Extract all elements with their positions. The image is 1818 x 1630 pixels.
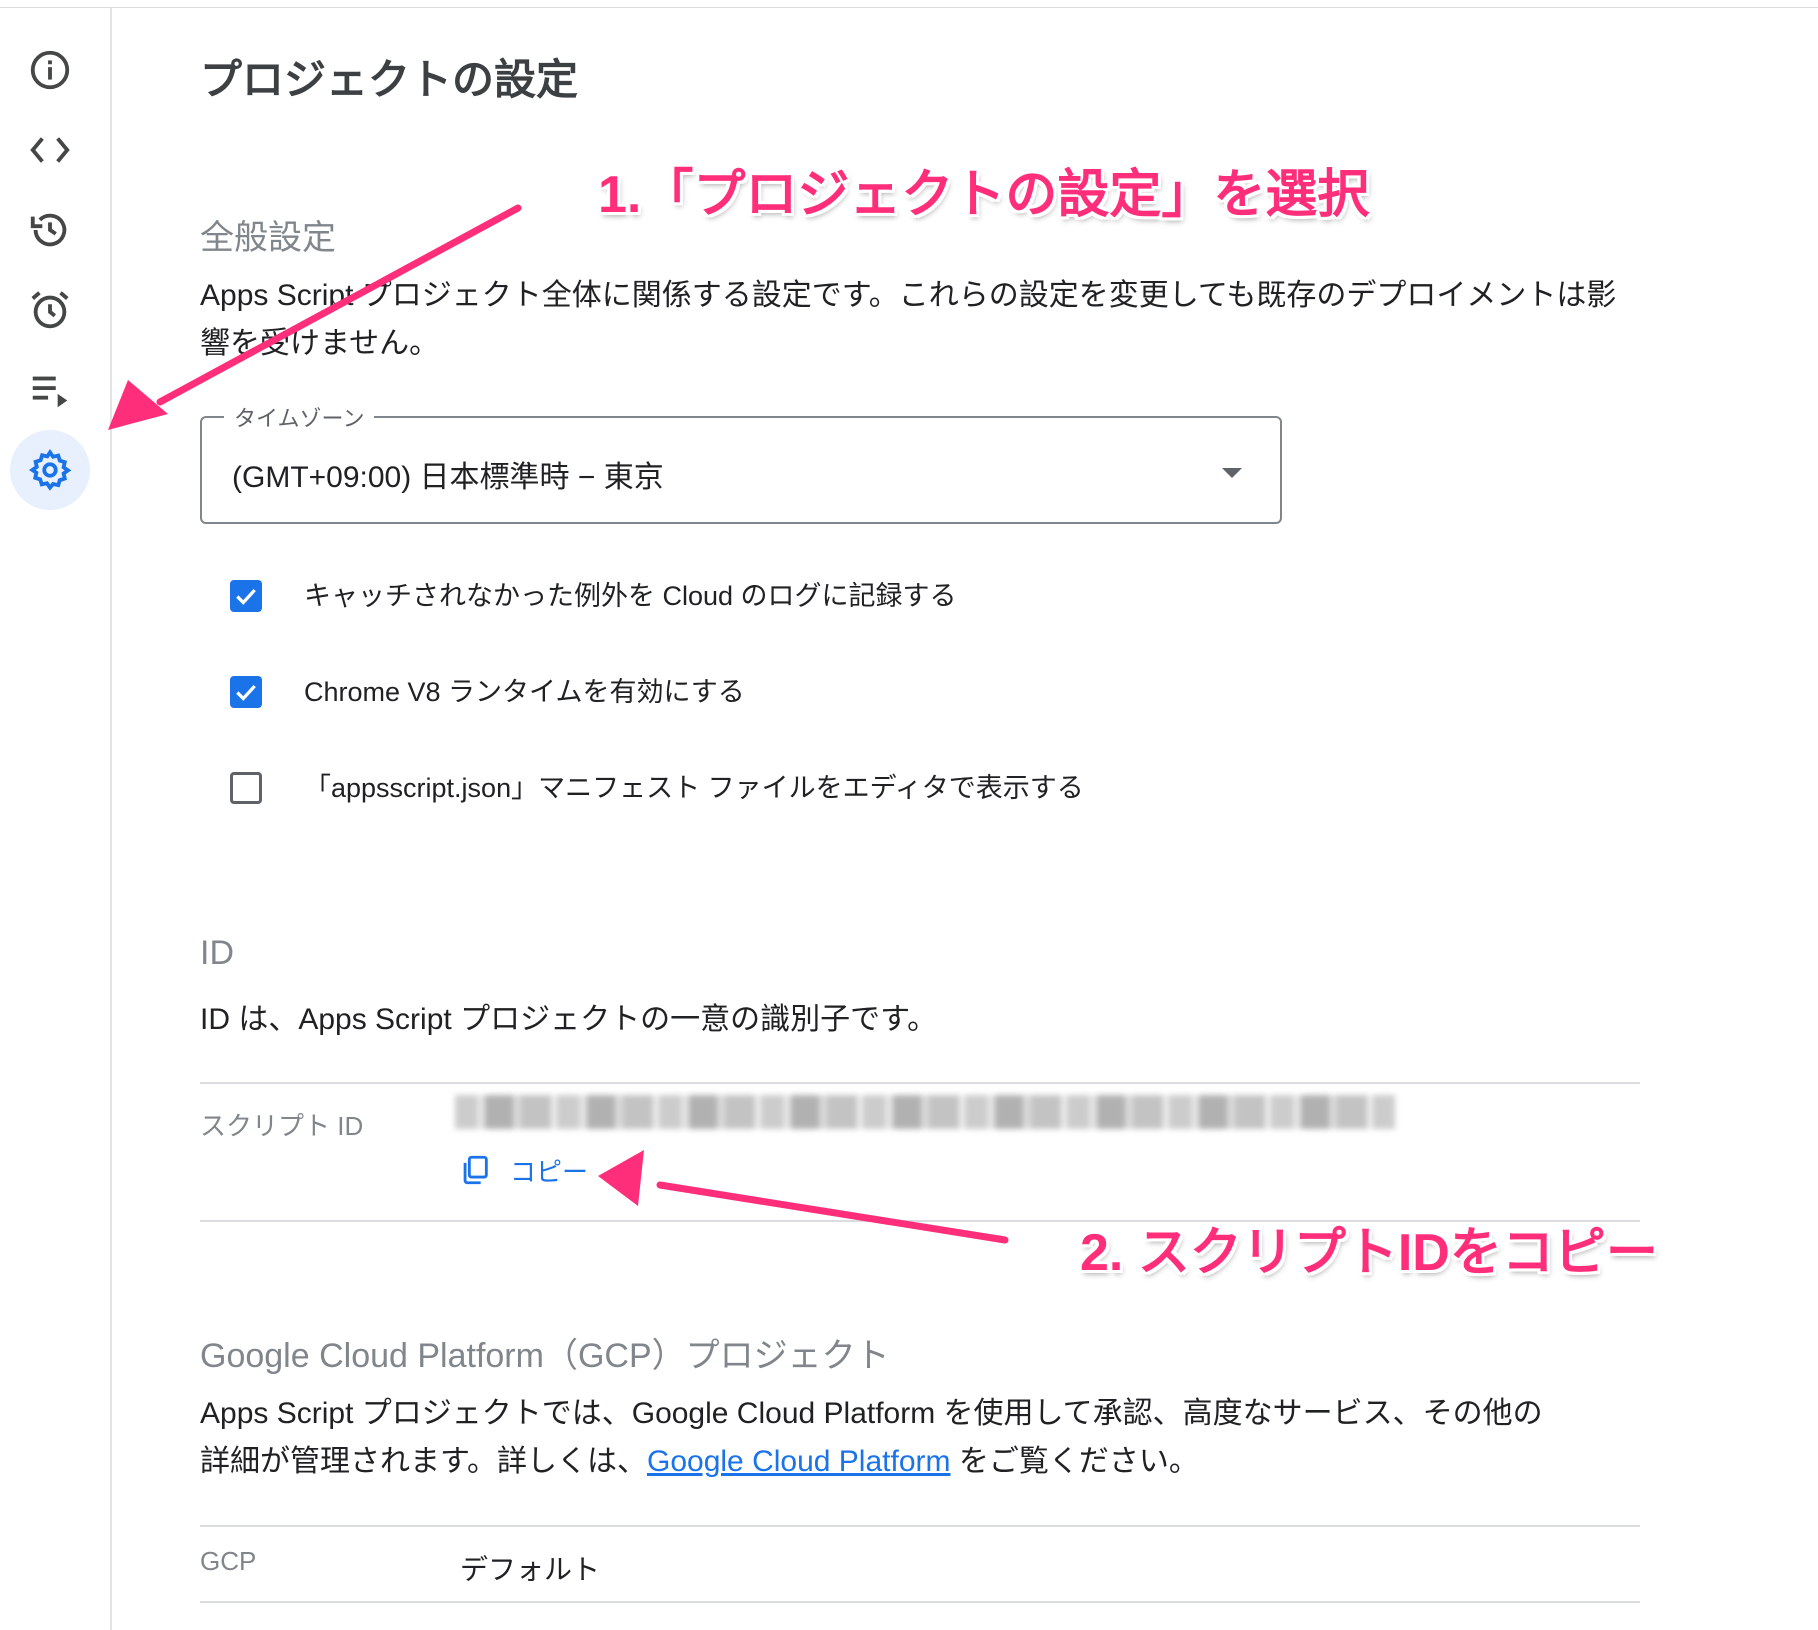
divider bbox=[200, 1525, 1640, 1527]
script-id-value-redacted bbox=[455, 1095, 1395, 1129]
show-manifest-label: 「appsscript.json」マニフェスト ファイルをエディタで表示する bbox=[304, 773, 1084, 803]
annotation-step2: 2. スクリプトIDをコピー bbox=[1080, 1224, 1658, 1282]
sidebar-item-history[interactable] bbox=[10, 190, 90, 270]
sidebar-item-project-settings[interactable] bbox=[10, 430, 90, 510]
general-settings-description: Apps Script プロジェクト全体に関係する設定です。これらの設定を変更し… bbox=[200, 279, 1617, 360]
annotation-arrow-2 bbox=[598, 1150, 1009, 1244]
gcp-description-text: をご覧ください。 bbox=[950, 1445, 1199, 1478]
ids-description: ID は、Apps Script プロジェクトの一意の識別子です。 bbox=[200, 1003, 938, 1036]
copy-script-id-button[interactable]: コピー bbox=[458, 1148, 588, 1192]
log-exceptions-checkbox[interactable] bbox=[230, 580, 262, 612]
info-icon bbox=[30, 50, 70, 90]
annotation-step1: 1.「プロジェクトの設定」を選択 bbox=[598, 166, 1370, 224]
sidebar-item-overview[interactable] bbox=[10, 30, 90, 110]
top-border bbox=[0, 0, 1818, 8]
gcp-heading: Google Cloud Platform（GCP）プロジェクト bbox=[200, 1337, 890, 1375]
dropdown-arrow-icon bbox=[1222, 468, 1242, 478]
checkmark-icon bbox=[236, 588, 256, 605]
sidebar-item-editor[interactable] bbox=[10, 110, 90, 190]
gcp-description-text: 詳細が管理されます。詳しくは、 bbox=[200, 1445, 647, 1478]
checkmark-icon bbox=[236, 684, 256, 701]
general-settings-heading: 全般設定 bbox=[200, 219, 336, 257]
gcp-row-value: デフォルト bbox=[460, 1554, 601, 1585]
sidebar-item-triggers[interactable] bbox=[10, 270, 90, 350]
code-icon bbox=[30, 137, 70, 163]
page-title: プロジェクトの設定 bbox=[200, 56, 579, 103]
log-exceptions-label: キャッチされなかった例外を Cloud のログに記録する bbox=[304, 581, 957, 611]
show-manifest-checkbox[interactable] bbox=[230, 772, 262, 804]
timezone-value: (GMT+09:00) 日本標準時 − 東京 bbox=[232, 461, 664, 494]
history-icon bbox=[30, 213, 67, 247]
gcp-description-line1: Apps Script プロジェクトでは、Google Cloud Platfo… bbox=[200, 1397, 1543, 1430]
ids-heading: ID bbox=[200, 934, 234, 972]
v8-runtime-checkbox[interactable] bbox=[230, 676, 262, 708]
timezone-label: タイムゾーン bbox=[224, 401, 375, 433]
copy-icon bbox=[463, 1155, 488, 1185]
copy-label: コピー bbox=[510, 1156, 589, 1187]
alarm-icon bbox=[31, 291, 69, 329]
gcp-description-line2: 詳細が管理されます。詳しくは、Google Cloud Platform をご覧… bbox=[200, 1438, 1640, 1486]
executions-icon bbox=[32, 376, 68, 408]
gear-icon bbox=[28, 448, 72, 491]
v8-runtime-label: Chrome V8 ランタイムを有効にする bbox=[304, 677, 745, 707]
sidebar-item-executions[interactable] bbox=[10, 350, 90, 430]
gcp-description: Apps Script プロジェクトでは、Google Cloud Platfo… bbox=[200, 1390, 1640, 1486]
divider bbox=[200, 1082, 1640, 1084]
script-id-label: スクリプト ID bbox=[200, 1111, 364, 1141]
sidebar bbox=[0, 8, 112, 1630]
gcp-link[interactable]: Google Cloud Platform bbox=[647, 1445, 951, 1478]
gcp-row-label: GCP bbox=[200, 1546, 257, 1576]
timezone-select[interactable]: タイムゾーン (GMT+09:00) 日本標準時 − 東京 bbox=[200, 401, 1282, 524]
divider bbox=[200, 1601, 1640, 1603]
